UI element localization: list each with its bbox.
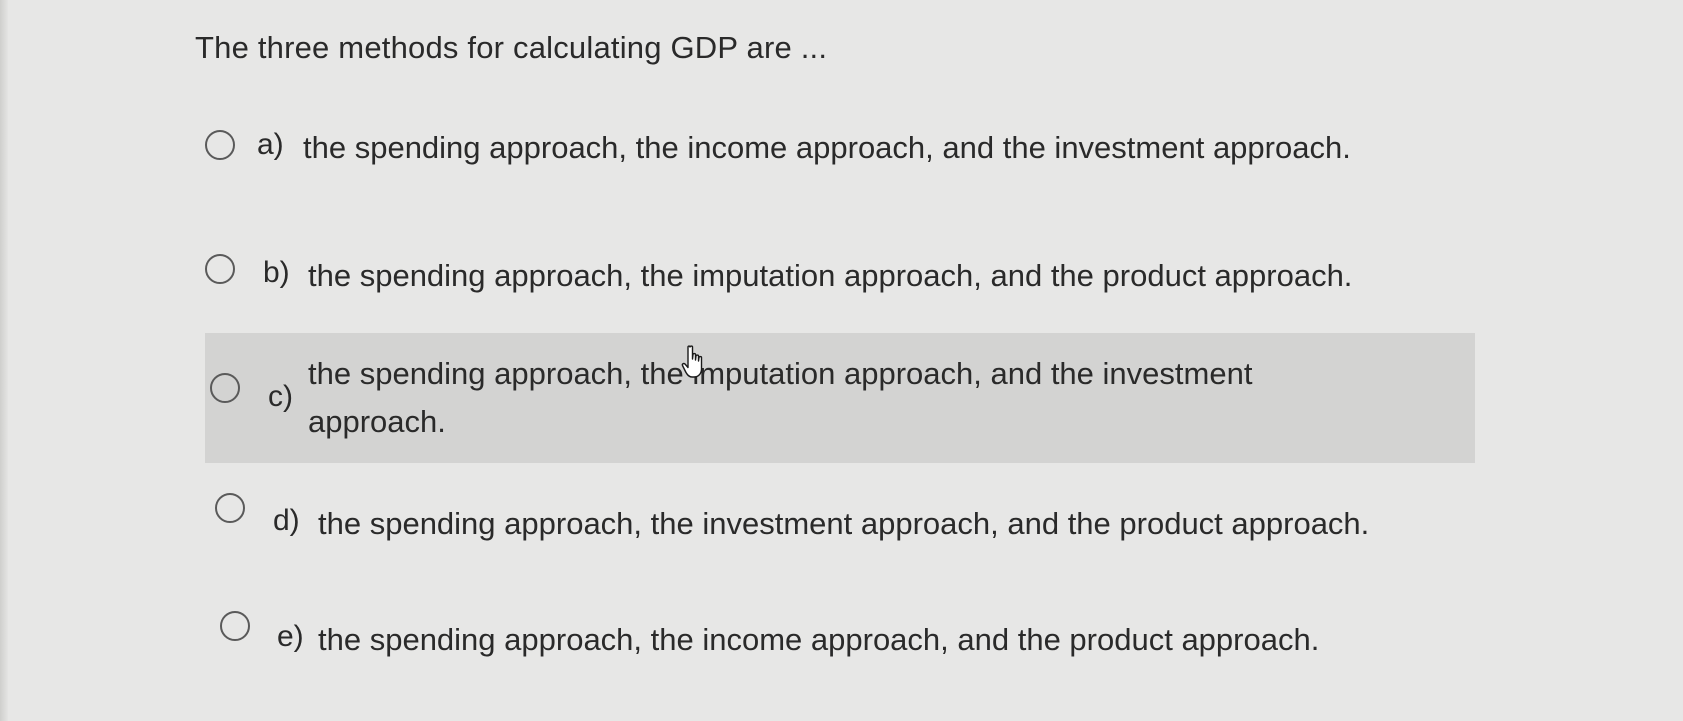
option-text-a: the spending approach, the income approa… (303, 130, 1351, 165)
radio-button-icon[interactable] (205, 254, 235, 284)
option-d[interactable]: d) the spending approach, the investment… (205, 490, 1475, 560)
option-letter-b: b) (263, 256, 290, 289)
option-text-b: the spending approach, the imputation ap… (308, 258, 1353, 293)
question-text: The three methods for calculating GDP ar… (195, 30, 828, 65)
option-a[interactable]: a) the spending approach, the income app… (205, 115, 1475, 185)
option-letter-c: c) (268, 380, 293, 413)
hand-pointer-icon (681, 345, 703, 378)
option-text-c: the spending approach, the imputation ap… (308, 356, 1253, 439)
option-b[interactable]: b) the spending approach, the imputation… (205, 242, 1475, 312)
option-text-d: the spending approach, the investment ap… (318, 506, 1370, 541)
radio-button-icon[interactable] (205, 130, 235, 160)
option-letter-d: d) (273, 504, 300, 537)
page-edge (0, 0, 8, 721)
option-c[interactable]: c) the spending approach, the imputation… (205, 333, 1475, 463)
option-text-e: the spending approach, the income approa… (318, 622, 1320, 657)
radio-button-icon[interactable] (215, 493, 245, 523)
option-e[interactable]: e) the spending approach, the income app… (205, 608, 1475, 678)
option-letter-a: a) (257, 128, 284, 161)
radio-button-icon[interactable] (220, 611, 250, 641)
option-letter-e: e) (277, 620, 304, 653)
radio-button-icon[interactable] (210, 373, 240, 403)
